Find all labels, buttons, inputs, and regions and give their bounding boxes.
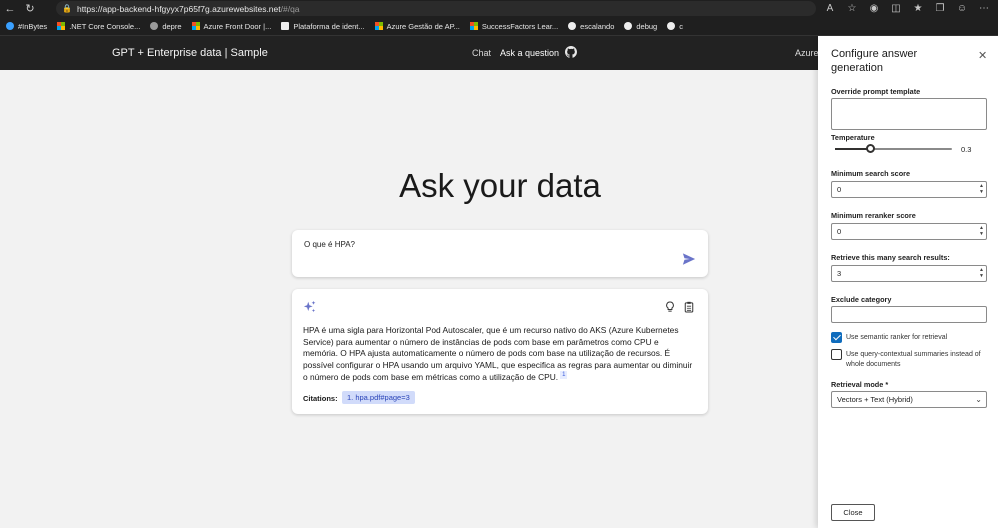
extensions-icon[interactable]: ◉ <box>866 3 882 14</box>
spin-buttons[interactable]: ▲ ▼ <box>979 225 984 237</box>
retrieval-mode-label: Retrieval mode * <box>831 380 889 389</box>
min-search-value: 0 <box>837 185 842 194</box>
split-screen-icon[interactable]: ◫ <box>888 3 904 14</box>
bookmark-item[interactable]: .NET Core Console... <box>57 22 140 31</box>
browser-toolbar: A ☆ ◉ ◫ ★ ❐ ☺ ⋯ <box>822 0 992 17</box>
retrieve-label: Retrieve this many search results: <box>831 253 950 262</box>
bookmark-item[interactable]: #InBytes <box>6 22 47 31</box>
bookmark-label: SuccessFactors Lear... <box>481 21 559 31</box>
min-reranker-label: Minimum reranker score <box>831 211 916 220</box>
bookmark-icon <box>6 22 14 30</box>
bookmark-item[interactable]: debug <box>624 22 657 31</box>
url-path: /#/qa <box>280 3 300 14</box>
lightbulb-icon[interactable] <box>665 301 675 313</box>
retrieval-mode-select[interactable]: Vectors + Text (Hybrid) ⌄ <box>831 391 987 408</box>
retrieve-count-input[interactable]: 3 ▲ ▼ <box>831 265 987 282</box>
min-reranker-value: 0 <box>837 227 842 236</box>
answer-body: HPA é uma sigla para Horizontal Pod Auto… <box>303 325 693 383</box>
bookmark-label: #InBytes <box>18 21 48 31</box>
bookmark-icon <box>150 22 159 30</box>
temperature-label: Temperature <box>831 133 875 142</box>
azure-label: Azure <box>795 48 819 58</box>
bookmark-label: Azure Gestão de AP... <box>386 21 460 31</box>
bookmark-item[interactable]: Plataforma de ident... <box>281 21 365 31</box>
citation-link[interactable]: 1. hpa.pdf#page=3 <box>342 391 415 404</box>
citation-superscript[interactable]: 1 <box>560 371 568 380</box>
bookmarks-bar: #InBytes .NET Core Console... depre Azur… <box>0 17 998 36</box>
min-search-input[interactable]: 0 ▲ ▼ <box>831 181 987 198</box>
spin-buttons[interactable]: ▲ ▼ <box>979 267 984 279</box>
temperature-value: 0.3 <box>961 145 972 154</box>
favorites-icon[interactable]: ★ <box>910 3 926 14</box>
slider-fill <box>835 148 871 150</box>
document-icon <box>281 22 290 30</box>
send-icon[interactable] <box>682 252 696 266</box>
github-icon[interactable] <box>565 46 577 58</box>
more-icon[interactable]: ⋯ <box>976 3 992 14</box>
refresh-icon[interactable]: ↻ <box>20 0 40 17</box>
min-search-label: Minimum search score <box>831 169 911 178</box>
answer-text: HPA é uma sigla para Horizontal Pod Auto… <box>303 325 695 384</box>
close-icon[interactable]: ✕ <box>978 49 987 62</box>
nav-ask-link[interactable]: Ask a question <box>500 48 559 58</box>
bookmark-item[interactable]: c <box>667 22 683 31</box>
collections-icon[interactable]: ❐ <box>932 3 948 14</box>
app-title[interactable]: GPT + Enterprise data | Sample <box>112 47 268 59</box>
page-title: Ask your data <box>399 167 601 204</box>
lock-icon: 🔒 <box>62 4 72 13</box>
nav-chat-link[interactable]: Chat <box>472 48 491 58</box>
temperature-slider[interactable] <box>835 144 952 153</box>
question-input[interactable]: O que é HPA? <box>304 240 355 249</box>
spin-buttons[interactable]: ▲ ▼ <box>979 183 984 195</box>
bookmark-item[interactable]: depre <box>150 21 182 31</box>
min-reranker-input[interactable]: 0 ▲ ▼ <box>831 223 987 240</box>
semantic-ranker-checkbox[interactable] <box>831 332 842 343</box>
chevron-down-icon: ⌄ <box>975 395 982 404</box>
bookmark-label: Plataforma de ident... <box>293 21 365 31</box>
bookmark-item[interactable]: Azure Front Door |... <box>191 21 272 31</box>
semantic-ranker-label: Use semantic ranker for retrieval <box>846 334 948 341</box>
contextual-summaries-label: Use query-contextual summaries instead o… <box>846 351 981 368</box>
microsoft-logo-icon <box>374 22 383 30</box>
url-host: https://app-backend-hfgyyx7p65f7g.azurew… <box>76 3 281 14</box>
retrieve-count-value: 3 <box>837 269 842 278</box>
settings-panel: Configure answer generation ✕ Override p… <box>818 36 998 528</box>
override-prompt-label: Override prompt template <box>831 87 921 96</box>
bookmark-icon <box>568 22 577 30</box>
read-aloud-icon[interactable]: A <box>822 3 838 14</box>
bookmark-item[interactable]: SuccessFactors Lear... <box>469 21 559 31</box>
url-field[interactable]: 🔒 https://app-backend-hfgyyx7p65f7g.azur… <box>56 1 816 16</box>
bookmark-label: c <box>679 21 683 31</box>
close-button[interactable]: Close <box>831 504 875 521</box>
sparkle-icon <box>303 300 316 313</box>
microsoft-logo-icon <box>469 22 478 30</box>
question-box[interactable]: O que é HPA? <box>292 230 708 277</box>
bookmark-label: debug <box>636 21 658 31</box>
microsoft-logo-icon <box>57 22 66 30</box>
slider-thumb[interactable] <box>865 144 875 153</box>
citations-label: Citations: <box>303 394 338 403</box>
bookmark-label: depre <box>162 21 182 31</box>
profile-icon[interactable]: ☺ <box>954 3 970 14</box>
exclude-category-label: Exclude category <box>831 295 892 304</box>
bookmark-label: Azure Front Door |... <box>203 21 272 31</box>
clipboard-icon[interactable] <box>684 301 694 313</box>
bookmark-icon <box>667 22 676 30</box>
answer-card: HPA é uma sigla para Horizontal Pod Auto… <box>292 289 708 414</box>
exclude-category-input[interactable] <box>831 306 987 323</box>
bookmark-item[interactable]: escalando <box>568 22 614 31</box>
back-arrow-icon[interactable]: ← <box>0 0 20 17</box>
bookmark-label: escalando <box>580 21 615 31</box>
bookmark-label: .NET Core Console... <box>69 21 141 31</box>
star-icon[interactable]: ☆ <box>844 3 860 14</box>
contextual-summaries-checkbox[interactable] <box>831 349 842 360</box>
panel-title: Configure answer generation <box>831 48 918 74</box>
override-prompt-textarea[interactable] <box>831 98 987 130</box>
microsoft-logo-icon <box>191 22 200 30</box>
bookmark-icon <box>624 22 633 30</box>
bookmark-item[interactable]: Azure Gestão de AP... <box>374 21 460 31</box>
retrieval-mode-value: Vectors + Text (Hybrid) <box>837 395 913 404</box>
browser-address-bar: ← ↻ 🔒 https://app-backend-hfgyyx7p65f7g.… <box>0 0 998 17</box>
